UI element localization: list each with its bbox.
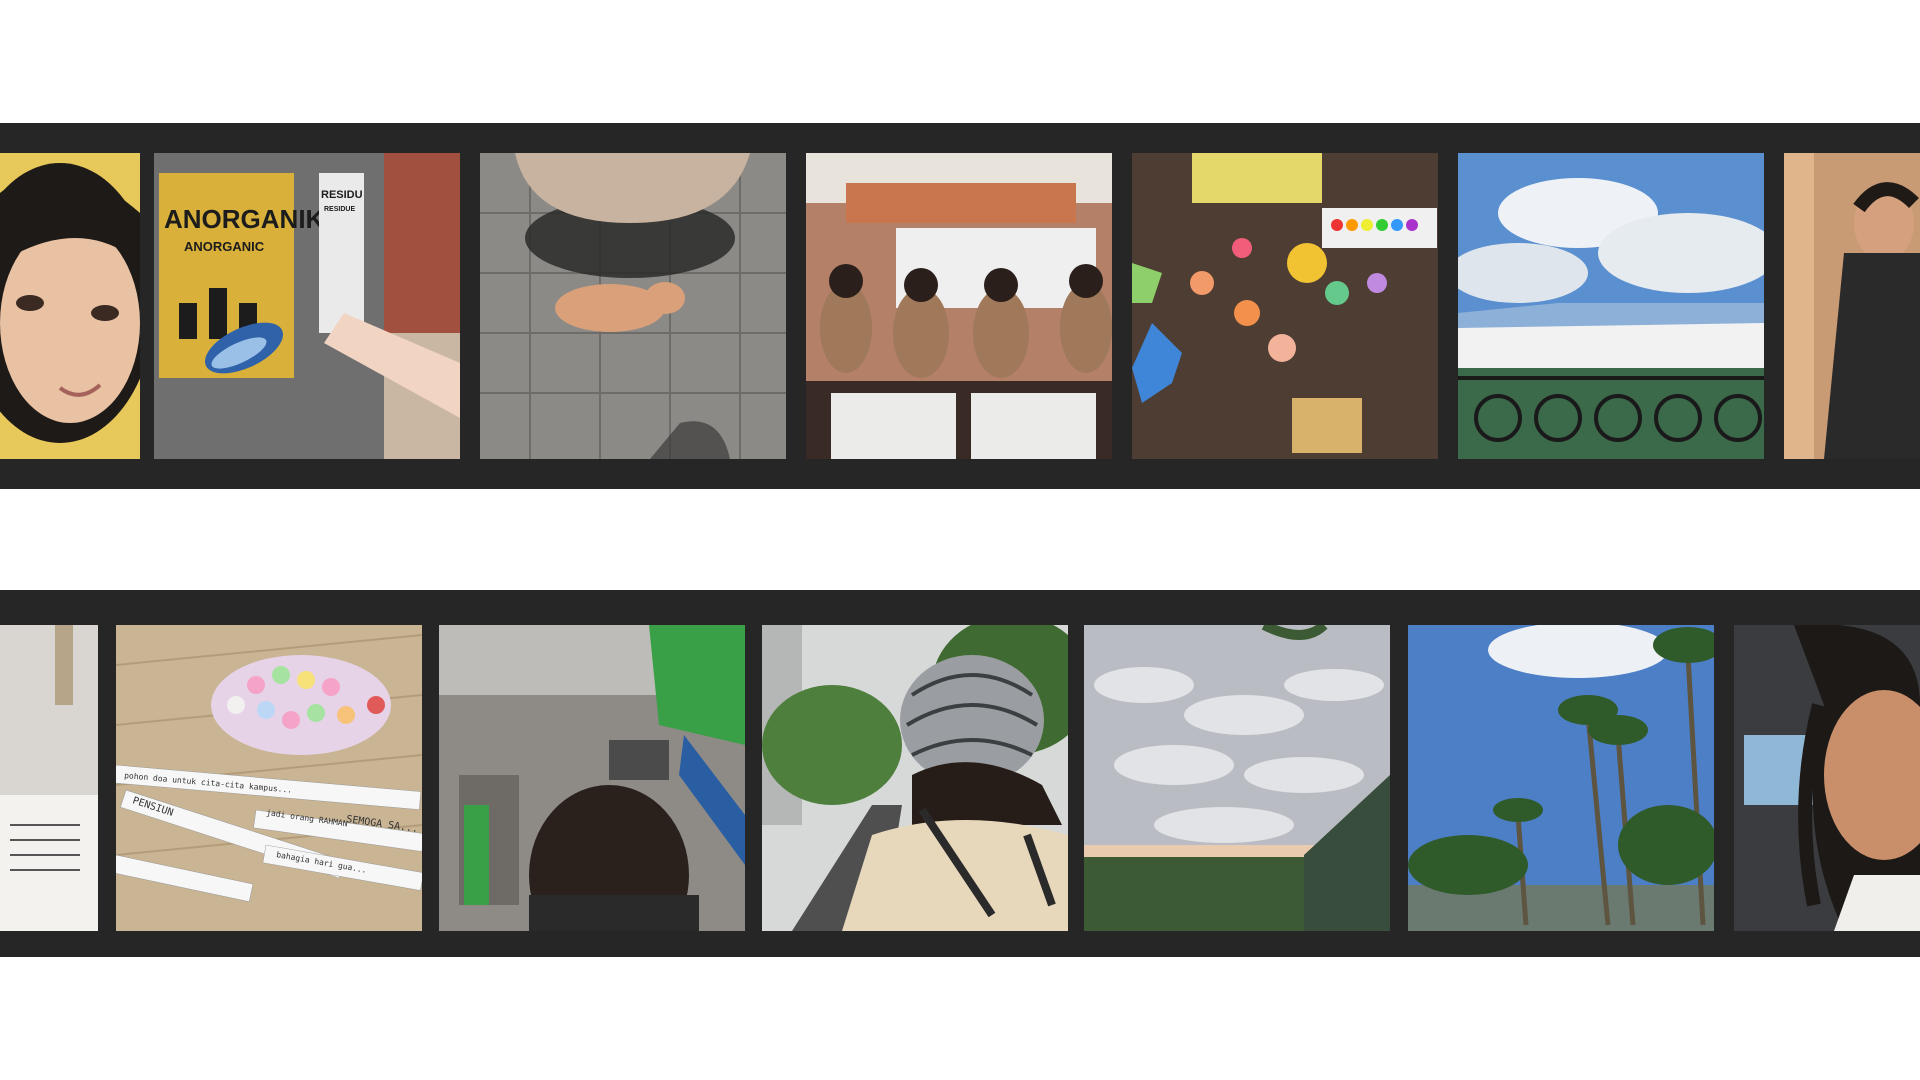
bin-sign-label: ANORGANIK xyxy=(164,204,325,234)
photo-students-hall[interactable] xyxy=(806,153,1112,459)
photo-recycle-bin[interactable]: ANORGANIK ANORGANIC RESIDU RESIDUE xyxy=(154,153,460,459)
bin-sign-sublabel: ANORGANIC xyxy=(184,239,265,254)
bin-sign-residu-sub: RESIDUE xyxy=(324,206,355,213)
photo-person-blurred[interactable] xyxy=(1784,153,1920,459)
photo-cyclist-helmet[interactable] xyxy=(762,625,1068,931)
photo-paper-stars[interactable]: pohon doa untuk cita-cita kampus... PENS… xyxy=(116,625,422,931)
film-strip-bottom: pohon doa untuk cita-cita kampus... PENS… xyxy=(0,590,1920,957)
photo-paper-flowers[interactable] xyxy=(1132,153,1438,459)
photo-worksheet[interactable] xyxy=(0,625,98,931)
photo-selfie-girl[interactable] xyxy=(0,153,140,459)
photo-cloudy-sky[interactable] xyxy=(1084,625,1390,931)
photo-school-building[interactable] xyxy=(1458,153,1764,459)
film-strip-top: ANORGANIK ANORGANIC RESIDU RESIDUE xyxy=(0,123,1920,489)
photo-palm-trees[interactable] xyxy=(1408,625,1714,931)
photo-cat-pavement[interactable] xyxy=(480,153,786,459)
photo-selfie-car[interactable] xyxy=(1734,625,1920,931)
photo-bus-interior[interactable] xyxy=(439,625,745,931)
bin-sign-residu: RESIDU xyxy=(321,189,363,201)
